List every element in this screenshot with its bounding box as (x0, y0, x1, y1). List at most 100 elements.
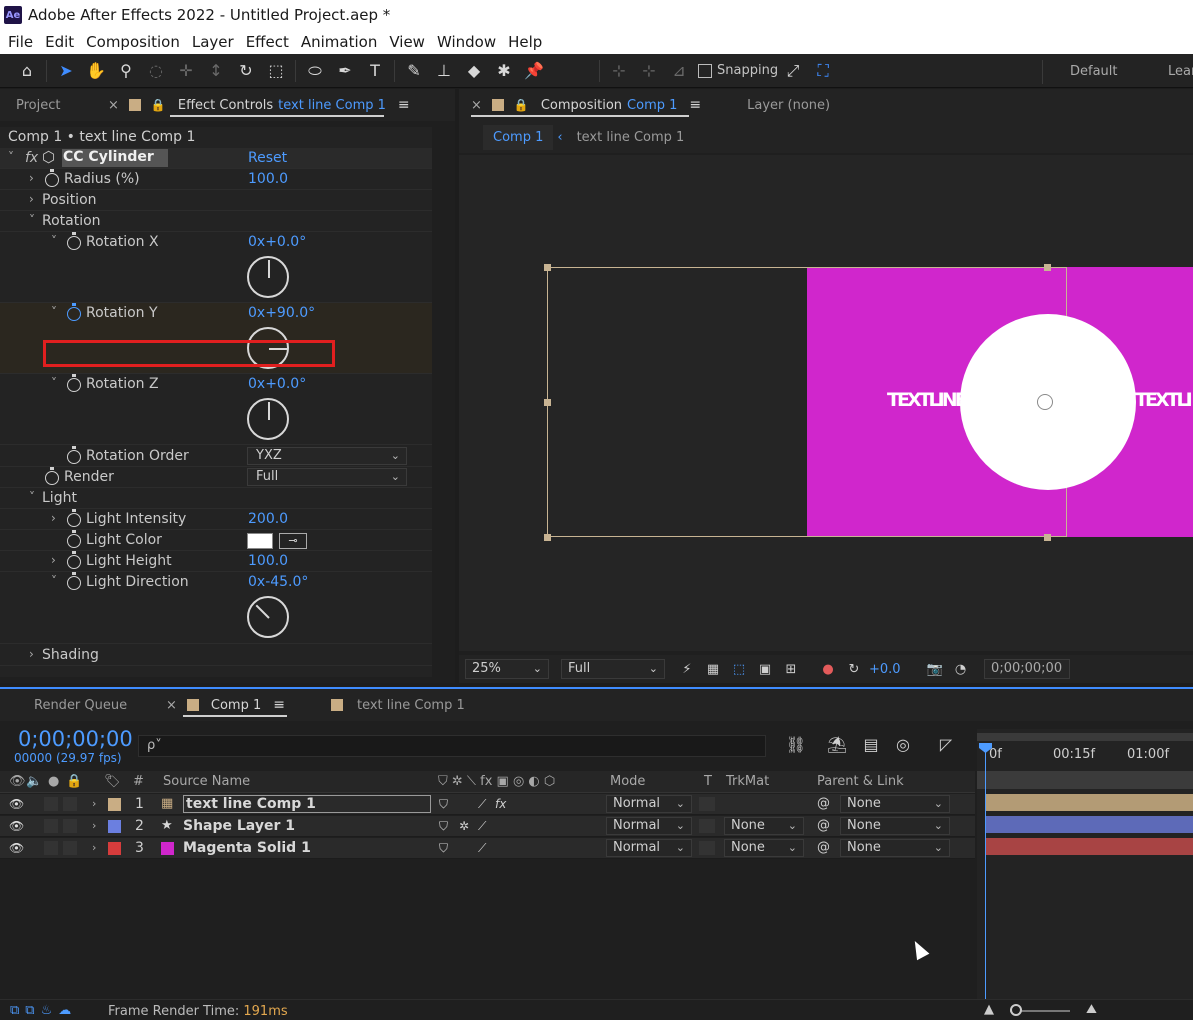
stopwatch-icon[interactable] (45, 467, 59, 485)
pan-camera-icon[interactable]: ✛ (173, 58, 199, 84)
rotation-z-dial[interactable] (247, 398, 289, 440)
parent-dropdown[interactable]: None ⌄ (840, 839, 950, 857)
menu-animation[interactable]: Animation (295, 33, 383, 51)
snapshot-camera-icon[interactable]: 📷 (925, 659, 945, 679)
shy-switch-icon[interactable]: ⛉ (439, 797, 448, 812)
menu-effect[interactable]: Effect (240, 33, 295, 51)
stopwatch-icon[interactable] (67, 374, 81, 392)
lock-toggle[interactable] (63, 841, 77, 855)
solo-toggle[interactable] (44, 797, 58, 811)
axis-local-icon[interactable]: ⊹ (606, 58, 632, 84)
close-icon[interactable]: × (166, 698, 177, 713)
menu-layer[interactable]: Layer (186, 33, 240, 51)
anchor-point-icon[interactable] (1037, 394, 1053, 410)
mode-dropdown[interactable]: Normal ⌄ (606, 795, 692, 813)
fx-toggle-icon[interactable]: fx (25, 150, 38, 166)
layer-duration-bar[interactable] (986, 838, 1193, 855)
work-area-bar[interactable] (977, 733, 1193, 741)
solo-toggle[interactable] (44, 841, 58, 855)
pick-whip-icon[interactable]: @ (817, 796, 830, 811)
zoom-tool-icon[interactable]: ⚲ (113, 58, 139, 84)
chevron-down-icon[interactable]: ˅ (51, 574, 57, 588)
stopwatch-icon[interactable] (67, 232, 81, 250)
nav-comp1[interactable]: Comp 1 (483, 124, 554, 150)
brush-tool-icon[interactable]: ✎ (401, 58, 427, 84)
panel-menu-icon[interactable]: ≡ (398, 97, 410, 113)
channel-icon[interactable]: ● (818, 659, 838, 679)
transform-handle[interactable] (544, 399, 551, 406)
layer-row[interactable]: 👁 › 3 Magenta Solid 1 ⛉ ⟋ Normal ⌄ None ⌄ … (0, 838, 975, 859)
layer-row[interactable]: 👁 › 1 ▦ text line Comp 1 ⛉ ⟋ fx Normal ⌄ … (0, 794, 975, 815)
effect-panel-scrollbar[interactable] (436, 127, 446, 677)
rotation-x-dial[interactable] (247, 256, 289, 298)
snapping-checkbox[interactable] (698, 63, 712, 78)
zoom-out-icon[interactable]: ▲ (984, 1002, 994, 1017)
selection-tool-icon[interactable]: ➤ (53, 58, 79, 84)
axis-view-icon[interactable]: ⊿ (666, 58, 692, 84)
snap-edges-icon[interactable]: ⤢ (780, 58, 806, 84)
tab-text-line-comp[interactable]: text line Comp 1 (357, 689, 473, 721)
layer-label-color[interactable] (108, 820, 121, 833)
stopwatch-icon[interactable] (67, 446, 81, 464)
chevron-right-icon[interactable]: › (51, 511, 56, 525)
tab-render-queue[interactable]: Render Queue (0, 689, 166, 721)
transform-handle[interactable] (1044, 534, 1051, 541)
chevron-down-icon[interactable]: ˅ (8, 150, 14, 164)
stopwatch-icon[interactable] (67, 530, 81, 548)
preserve-transparency-toggle[interactable] (699, 819, 715, 833)
shy-switch-icon[interactable]: ⛉ (439, 841, 448, 856)
current-time-display[interactable]: 0;00;00;00 (983, 659, 1070, 679)
playhead-line[interactable] (985, 743, 986, 999)
timeline-current-time[interactable]: 0;00;00;00 (18, 727, 133, 751)
ellipse-tool-icon[interactable]: ⬭ (302, 58, 328, 84)
rotation-order-dropdown[interactable]: YXZ ⌄ (247, 447, 407, 465)
stopwatch-icon[interactable] (67, 303, 81, 321)
frame-blending-icon[interactable]: ▤ (859, 735, 883, 757)
panel-menu-icon[interactable]: ≡ (273, 697, 285, 713)
lock-icon[interactable]: 🔒 (151, 98, 166, 112)
pan-behind-icon[interactable]: ⬚ (263, 58, 289, 84)
grid-guides-icon[interactable]: ⊞ (781, 659, 801, 679)
time-graph[interactable]: 0f 00:15f 01:00f (977, 729, 1193, 999)
prop-rotation-z-value[interactable]: 0x+0.0° (248, 376, 306, 392)
roto-brush-icon[interactable]: ✱ (491, 58, 517, 84)
clone-stamp-icon[interactable]: ⊥ (431, 58, 457, 84)
time-ruler[interactable]: 0f 00:15f 01:00f (977, 747, 1193, 767)
prop-light-intensity-value[interactable]: 200.0 (248, 511, 288, 527)
shy-switch-icon[interactable]: ⛉ (439, 819, 448, 834)
chevron-right-icon[interactable]: › (92, 797, 96, 810)
magnification-dropdown[interactable]: 25% ⌄ (465, 659, 549, 679)
prop-rotation-y-value[interactable]: 0x+90.0° (248, 305, 315, 321)
orbit-camera-icon[interactable]: ◌ (143, 58, 169, 84)
panel-menu-icon[interactable]: ≡ (689, 97, 701, 113)
motion-blur-icon[interactable]: ◎ (891, 735, 915, 757)
chevron-right-icon[interactable]: › (92, 819, 96, 832)
pick-whip-icon[interactable]: @ (817, 818, 830, 833)
prop-rotation-x-value[interactable]: 0x+0.0° (248, 234, 306, 250)
effect-switch-icon[interactable]: fx (495, 797, 506, 811)
close-icon[interactable]: × (471, 98, 482, 113)
parent-dropdown[interactable]: None ⌄ (840, 817, 950, 835)
trkmat-dropdown[interactable]: None ⌄ (724, 839, 804, 857)
workspace-default[interactable]: Default (1070, 64, 1118, 79)
chevron-down-icon[interactable]: ˅ (51, 234, 57, 248)
hand-tool-icon[interactable]: ✋ (83, 58, 109, 84)
chevron-down-icon[interactable]: ˅ (29, 213, 35, 227)
chevron-down-icon[interactable]: ˅ (51, 376, 57, 390)
prop-radius-value[interactable]: 100.0 (248, 171, 288, 187)
eye-icon[interactable]: 👁 (9, 797, 24, 811)
quality-switch-icon[interactable]: ⟋ (478, 819, 486, 834)
chevron-right-icon[interactable]: › (29, 647, 34, 661)
exposure-value[interactable]: +0.0 (869, 662, 901, 677)
pen-tool-icon[interactable]: ✒ (332, 58, 358, 84)
stopwatch-icon[interactable] (45, 169, 59, 187)
light-color-swatch[interactable] (247, 533, 273, 549)
region-of-interest-icon[interactable]: ▣ (755, 659, 775, 679)
show-snapshot-icon[interactable]: ◔ (951, 659, 971, 679)
stopwatch-icon[interactable] (67, 551, 81, 569)
mode-dropdown[interactable]: Normal ⌄ (606, 839, 692, 857)
pick-whip-icon[interactable]: @ (817, 840, 830, 855)
tab-project[interactable]: Project (0, 89, 108, 121)
fast-previews-icon[interactable]: ⚡ (677, 659, 697, 679)
chevron-down-icon[interactable]: ˅ (29, 490, 35, 504)
